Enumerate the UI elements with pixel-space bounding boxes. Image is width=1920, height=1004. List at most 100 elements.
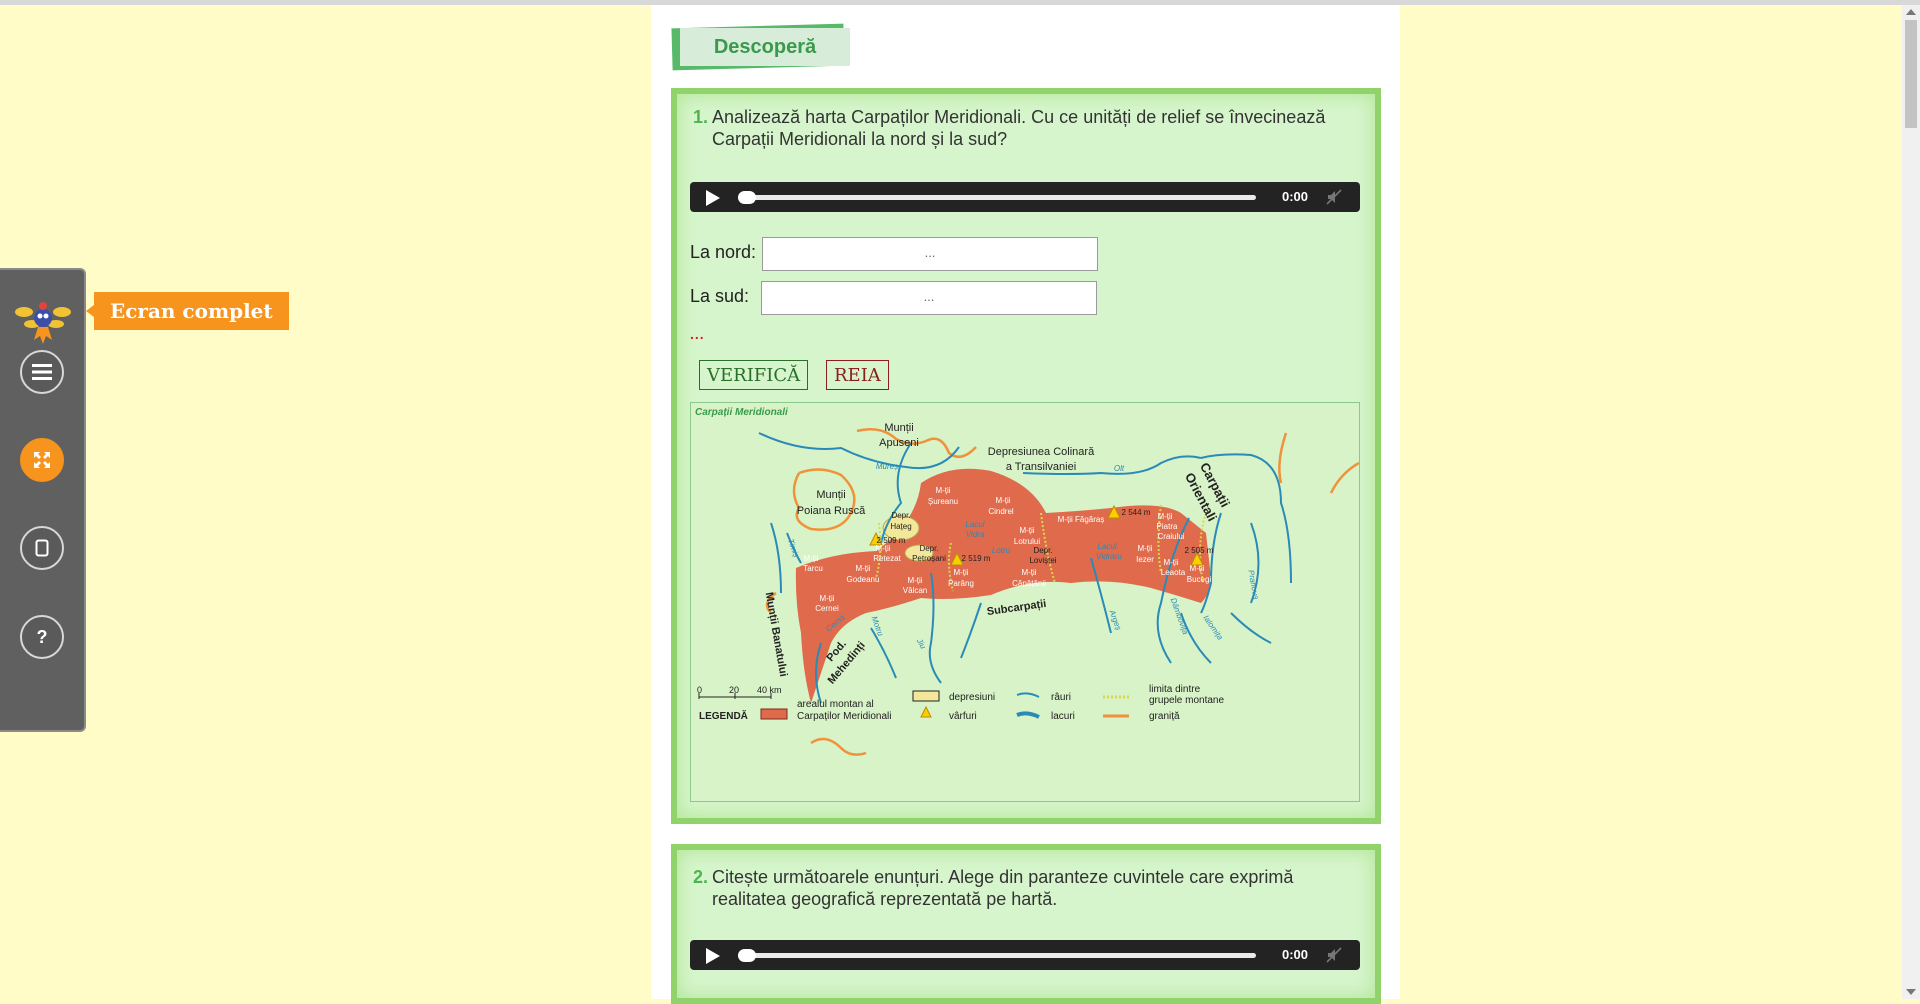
label-peak-4: 2 505 m [1185, 546, 1214, 555]
audio-progress-knob[interactable] [738, 191, 756, 204]
label-cindrel-1: M-ții [995, 496, 1010, 505]
label-valcan-2: Vâlcan [903, 586, 927, 595]
question-text: Analizează harta Carpaților Meridionali.… [712, 107, 1326, 149]
label-tarcu-2: Tarcu [803, 564, 823, 573]
label-retezat-2: Retezat [873, 554, 901, 563]
help-icon: ? [36, 626, 48, 647]
label-parang-2: Parâng [948, 579, 974, 588]
label-cindrel-2: Cindrel [988, 507, 1014, 516]
south-label: La sud: [690, 286, 750, 306]
svg-text:râuri: râuri [1051, 692, 1071, 703]
question-text: Citește următoarele enunțuri. Alege din … [712, 867, 1294, 909]
south-answer-input[interactable]: ... [761, 281, 1097, 315]
exercise-2-card: 2. Citește următoarele enunțuri. Alege di… [671, 844, 1381, 1004]
audio-player: 0:00 [690, 182, 1360, 212]
label-lacul-vidra-2: Vidra [966, 530, 985, 539]
label-poiana-2: Poiana Ruscă [797, 505, 866, 517]
label-bucegi-2: Bucegi [1187, 575, 1212, 584]
label-lotru: Lotru [992, 546, 1011, 555]
reset-button[interactable]: REIA [826, 360, 889, 390]
svg-text:lacuri: lacuri [1051, 711, 1075, 722]
audio-time: 0:00 [1282, 947, 1309, 962]
play-icon[interactable] [706, 948, 720, 964]
menu-button[interactable] [20, 350, 64, 394]
label-dambovita: Dâmbovița [1169, 597, 1191, 637]
question-2: 2. Citește următoarele enunțuri. Alege di… [693, 866, 1342, 910]
legend-title: LEGENDĂ [699, 709, 748, 722]
svg-text:graniță: graniță [1149, 711, 1180, 722]
label-petrosani-2: Petroșani [912, 554, 946, 563]
section-title: Descoperă [680, 28, 850, 66]
verify-button[interactable]: VERIFICĂ [699, 360, 809, 390]
svg-text:20: 20 [729, 685, 739, 695]
label-olt: Olt [1114, 464, 1125, 473]
svg-text:40 km: 40 km [757, 685, 782, 695]
scroll-down-arrow-icon[interactable] [1906, 989, 1916, 995]
north-answer-input[interactable]: ... [762, 237, 1098, 271]
svg-text:limita dintre: limita dintre [1149, 684, 1201, 695]
label-subcarpati: Subcarpații [986, 598, 1047, 618]
label-capatanii-2: Căpățânii [1012, 579, 1046, 588]
audio-progress-knob[interactable] [738, 949, 756, 962]
label-mures: Mureș [876, 462, 898, 471]
label-retezat-1: M-ții [875, 544, 890, 553]
page-button[interactable] [20, 526, 64, 570]
label-leaota-2: Leaota [1161, 568, 1186, 577]
map-scale: 0 20 40 km [697, 685, 782, 699]
audio-time: 0:00 [1282, 189, 1309, 204]
scroll-thumb[interactable] [1905, 20, 1917, 128]
label-ialomita: Ialomița [1201, 614, 1225, 643]
label-lotrului-1: M-ții [1019, 526, 1034, 535]
question-number: 2. [693, 867, 709, 887]
audio-progress-track[interactable] [738, 953, 1256, 958]
label-transilvania-1: Depresiunea Colinară [988, 446, 1095, 458]
label-lacul-vidraru-2: Vidraru [1096, 552, 1122, 561]
label-piatra-1: M-ții [1157, 512, 1172, 521]
scroll-up-arrow-icon[interactable] [1906, 9, 1916, 15]
label-godeanu-2: Godeanu [847, 575, 880, 584]
label-lotrului-2: Lotrului [1014, 537, 1040, 546]
label-lovistei-2: Loviștei [1029, 556, 1056, 565]
question-1: 1. Analizează harta Carpaților Meridional… [693, 106, 1342, 150]
label-sureanu-2: Șureanu [928, 497, 958, 506]
question-number: 1. [693, 107, 709, 127]
label-apuseni-1: Munții [884, 422, 913, 434]
label-peak-3: 2 544 m [1122, 508, 1151, 517]
label-peak-1: 2 509 m [877, 536, 906, 545]
mute-icon[interactable] [1326, 189, 1342, 205]
label-cernei-2: Cernei [815, 604, 839, 613]
label-timis: Timiș [786, 538, 801, 559]
svg-text:grupele montane: grupele montane [1149, 695, 1224, 706]
label-cernei-1: M-ții [819, 594, 834, 603]
label-tarcu-1: M-ții [803, 554, 818, 563]
label-piatra-3: Craiului [1157, 532, 1184, 541]
label-leaota-1: M-ții [1163, 558, 1178, 567]
svg-text:depresiuni: depresiuni [949, 692, 995, 703]
label-hateg-1: Depr. [891, 511, 910, 520]
svg-text:arealul montan al: arealul montan al [797, 699, 874, 710]
label-godeanu-1: M-ții [855, 564, 870, 573]
feedback-dots: ... [690, 326, 705, 342]
fullscreen-button[interactable] [20, 438, 64, 482]
scrollbar[interactable] [1902, 5, 1920, 999]
svg-text:0: 0 [697, 685, 702, 695]
label-parang-1: M-ții [953, 568, 968, 577]
label-petrosani-1: Depr. [919, 544, 938, 553]
label-banat: Munții Banatului [763, 591, 790, 677]
label-lovistei-1: Depr. [1033, 546, 1052, 555]
audio-progress-track[interactable] [738, 195, 1256, 200]
label-motru: Motru [870, 615, 886, 638]
label-poiana-1: Munții [816, 489, 845, 501]
logo-icon [15, 302, 71, 344]
play-icon[interactable] [706, 190, 720, 206]
expand-icon [34, 452, 50, 468]
label-bucegi-1: M-ții [1189, 564, 1204, 573]
label-peak-2: 2 519 m [962, 554, 991, 563]
label-sureanu-1: M-ții [935, 486, 950, 495]
label-capatanii-1: M-ții [1021, 568, 1036, 577]
help-button[interactable]: ? [20, 615, 64, 659]
map-title: Carpații Meridionali [695, 407, 788, 418]
svg-text:Carpaților Meridionali: Carpaților Meridionali [797, 711, 891, 722]
side-toolbar: ? [0, 268, 86, 732]
mute-icon[interactable] [1326, 947, 1342, 963]
